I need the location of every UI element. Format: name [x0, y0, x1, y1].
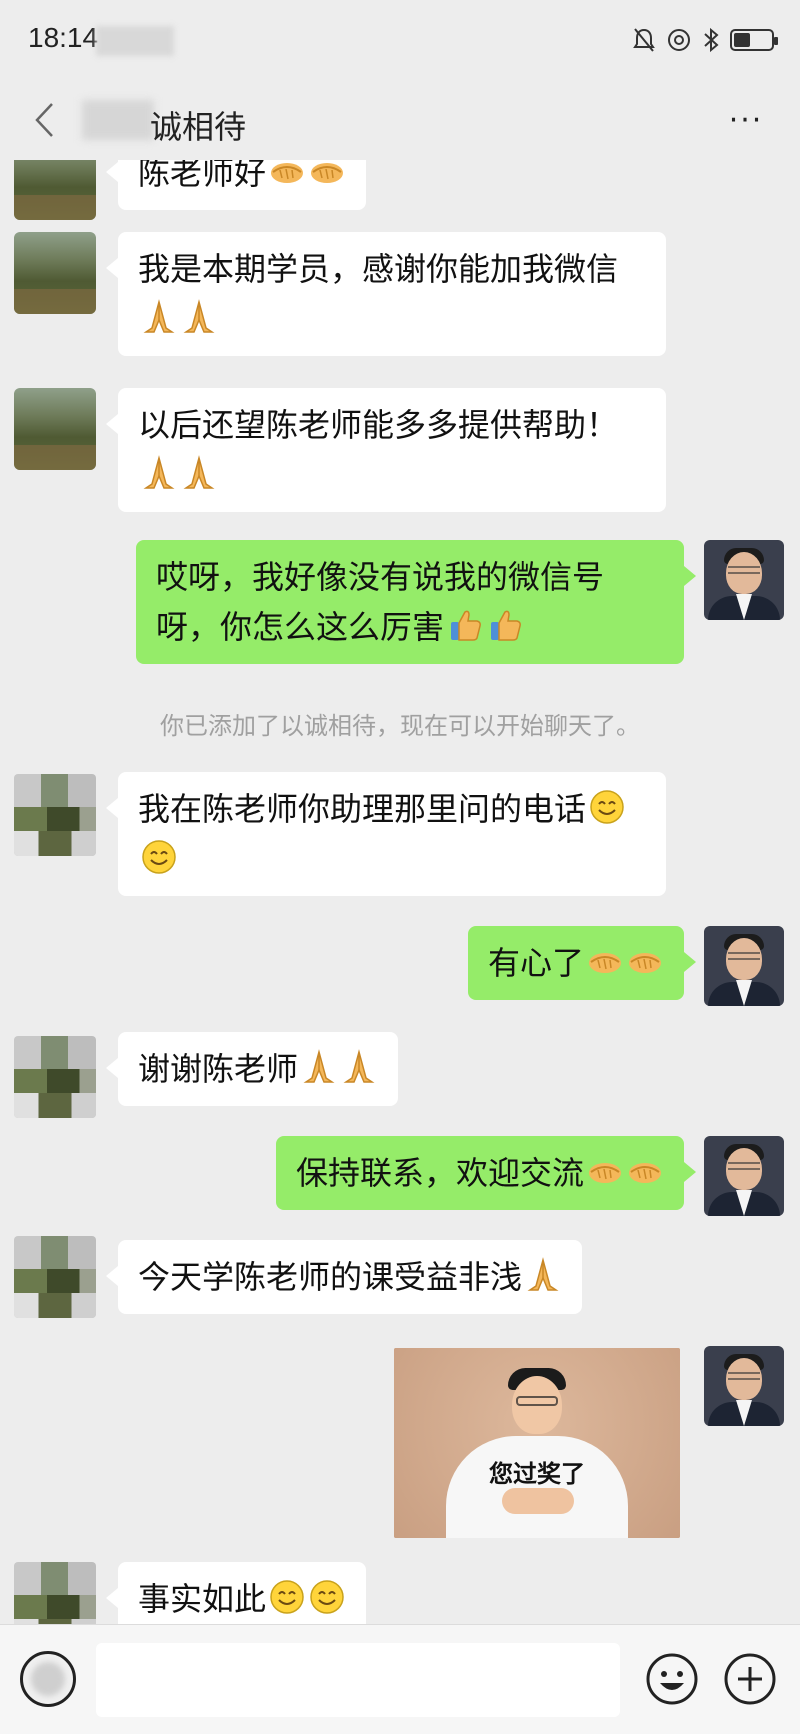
message-text: 哎呀，我好像没有说我的微信号呀，你怎么这么厉害: [156, 558, 605, 646]
my-avatar[interactable]: [704, 540, 784, 620]
message-bubble[interactable]: 保持联系，欢迎交流: [275, 1136, 697, 1210]
message-text: 我是本期学员，感谢你能加我微信: [138, 250, 619, 288]
voice-button[interactable]: [20, 1651, 76, 1707]
smile-icon: [308, 1578, 346, 1616]
plus-button[interactable]: [722, 1651, 778, 1707]
system-note: 你已添加了以诚相待，现在可以开始聊天了。: [160, 712, 640, 740]
handshake-icon: [586, 1152, 624, 1190]
smile-icon: [268, 1578, 306, 1616]
chat-title: 诚相待: [150, 108, 247, 146]
pray-icon: [524, 1256, 562, 1294]
message-text: 今天学陈老师的课受益非浅: [138, 1258, 523, 1296]
message-bubble[interactable]: 我在陈老师你助理那里问的电话: [106, 772, 666, 896]
status-bar: 18:14: [0, 0, 800, 80]
emoji-button[interactable]: [644, 1651, 700, 1707]
pray-icon: [340, 1048, 378, 1086]
pray-icon: [180, 454, 218, 492]
bell-muted-icon: [633, 28, 655, 52]
message-bubble[interactable]: 有心了: [467, 926, 697, 1000]
chat-area[interactable]: 陈老师好 我是本期学员，感谢你能加我微信 以后还望陈老师能多多提供帮助！ 哎呀，…: [0, 160, 800, 1624]
voice-icon: [31, 1662, 65, 1696]
signal-icon: [96, 26, 174, 56]
input-bar: [0, 1624, 800, 1734]
my-avatar[interactable]: [704, 1346, 784, 1426]
sticker-caption: 您过奖了: [489, 1460, 585, 1488]
message-input[interactable]: [96, 1643, 620, 1717]
contact-avatar[interactable]: [14, 388, 96, 470]
thumbs-up-icon: [486, 606, 524, 644]
contact-avatar[interactable]: [14, 774, 96, 856]
chevron-left-icon: [35, 103, 53, 137]
message-text: 事实如此: [138, 1580, 267, 1618]
pray-icon: [180, 298, 218, 336]
battery-icon: [730, 29, 778, 51]
at-icon: [668, 29, 690, 51]
bluetooth-icon: [704, 27, 719, 53]
thumbs-up-icon: [446, 606, 484, 644]
contact-avatar[interactable]: [14, 1562, 96, 1624]
smile-icon: [588, 788, 626, 826]
message-text: 有心了: [487, 944, 584, 982]
status-time: 18:14: [28, 22, 99, 53]
message-bubble[interactable]: 陈老师好: [105, 160, 367, 210]
message-text: 陈老师好: [138, 160, 267, 192]
handshake-icon: [586, 942, 624, 980]
smile-icon: [140, 838, 178, 876]
my-avatar[interactable]: [704, 1136, 784, 1216]
handshake-icon: [268, 160, 306, 190]
contact-avatar[interactable]: [14, 160, 96, 220]
title-blur: [82, 100, 154, 140]
nav-bar: 诚相待 ···: [0, 80, 800, 160]
handshake-icon: [308, 160, 346, 190]
message-text: 谢谢陈老师: [138, 1050, 299, 1088]
pray-icon: [300, 1048, 338, 1086]
message-text: 我在陈老师你助理那里问的电话: [138, 790, 587, 828]
message-bubble[interactable]: 以后还望陈老师能多多提供帮助！: [106, 388, 666, 512]
status-icons: [632, 22, 778, 58]
handshake-icon: [626, 942, 664, 980]
contact-avatar[interactable]: [14, 232, 96, 314]
message-bubble[interactable]: 谢谢陈老师: [105, 1032, 399, 1106]
pray-icon: [140, 454, 178, 492]
message-bubble[interactable]: 事实如此: [105, 1562, 367, 1624]
sticker-image[interactable]: 您过奖了: [394, 1348, 680, 1538]
contact-avatar[interactable]: [14, 1236, 96, 1318]
handshake-icon: [626, 1152, 664, 1190]
pray-icon: [140, 298, 178, 336]
message-bubble[interactable]: 我是本期学员，感谢你能加我微信: [106, 232, 666, 356]
contact-avatar[interactable]: [14, 1036, 96, 1118]
more-button[interactable]: ···: [716, 96, 776, 144]
message-bubble[interactable]: 今天学陈老师的课受益非浅: [105, 1240, 583, 1314]
back-button[interactable]: [16, 90, 72, 150]
message-bubble[interactable]: 哎呀，我好像没有说我的微信号呀，你怎么这么厉害: [136, 540, 696, 664]
my-avatar[interactable]: [704, 926, 784, 1006]
message-text: 以后还望陈老师能多多提供帮助！: [138, 406, 619, 444]
message-text: 保持联系，欢迎交流: [295, 1154, 584, 1192]
